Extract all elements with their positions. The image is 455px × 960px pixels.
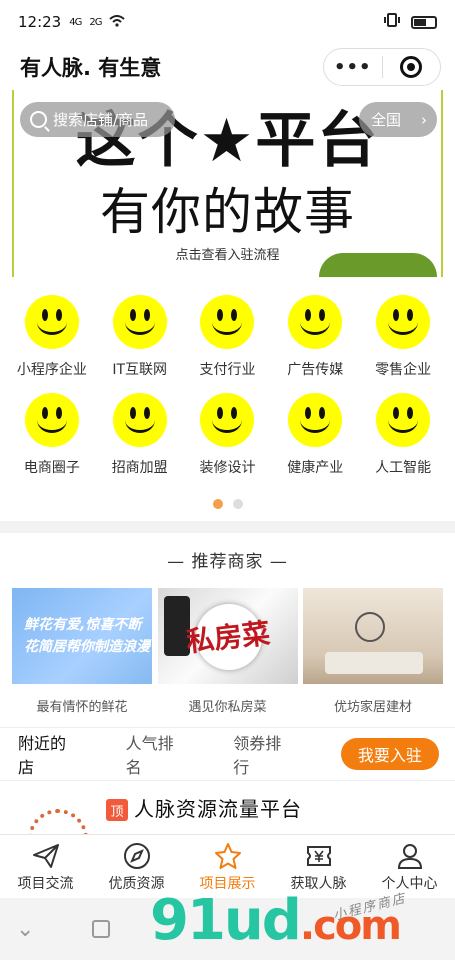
category-label: 支付行业 <box>199 362 256 378</box>
top-badge: 顶 <box>106 799 128 821</box>
signal-4g-icon: 4G <box>69 16 82 28</box>
page-indicator <box>0 499 455 509</box>
category-label: IT互联网 <box>112 362 168 378</box>
join-button[interactable]: 我要入驻 <box>340 738 439 770</box>
clock: 12:23 <box>18 13 62 31</box>
category-item[interactable]: 广告传媒 <box>271 295 359 379</box>
target-circle-icon <box>400 56 423 78</box>
smiley-icon <box>200 393 255 447</box>
recent-apps-button[interactable] <box>92 920 111 938</box>
smiley-icon <box>288 393 343 447</box>
smiley-icon <box>112 295 167 349</box>
search-icon <box>30 111 47 128</box>
yuan-ticket-icon <box>306 845 331 866</box>
smiley-icon <box>200 295 255 349</box>
tabbar-item-contacts[interactable]: 获取人脉 <box>274 841 364 893</box>
battery-icon <box>411 15 437 29</box>
category-label: 小程序企业 <box>16 362 87 378</box>
category-item[interactable]: 支付行业 <box>184 295 272 379</box>
chevron-right-icon: › <box>421 110 427 129</box>
category-item[interactable]: 电商圈子 <box>8 393 96 477</box>
image-lamp <box>355 612 385 642</box>
merchant-name: 最有情怀的鲜花 <box>36 700 128 715</box>
more-dots-icon: ••• <box>333 56 372 78</box>
status-bar: 12:23 4G 2G <box>0 0 455 44</box>
merchant-image-furniture <box>303 588 443 684</box>
category-item[interactable]: 人工智能 <box>359 393 447 477</box>
leaf-decoration <box>319 253 437 277</box>
smiley-icon <box>376 295 431 349</box>
wifi-icon <box>109 13 126 31</box>
smiley-icon <box>376 393 431 447</box>
shop-list-item[interactable]: 顶 人脉资源流量平台 <box>0 791 455 869</box>
status-right <box>383 13 437 31</box>
page-dot-active <box>212 499 223 509</box>
category-item[interactable]: 小程序企业 <box>8 295 96 379</box>
search-input[interactable]: 搜索店铺/商品 <box>20 102 175 137</box>
merchant-card[interactable]: 优坊家居建材 <box>303 588 443 715</box>
shop-tabs: 附近的店 人气排名 领券排行 我要入驻 <box>0 727 455 781</box>
tabbar-item-showcase[interactable]: 项目展示 <box>183 841 273 893</box>
merchant-name: 遇见你私房菜 <box>188 700 267 715</box>
close-miniprogram-button[interactable] <box>383 49 441 85</box>
category-label: 人工智能 <box>375 460 432 476</box>
region-selector[interactable]: 全国 › <box>359 102 437 137</box>
vibrate-icon <box>383 13 401 31</box>
merchant-list: 鲜花有爱,惊喜不断 花简居帮你制造浪漫 最有情怀的鲜花 私房菜 遇见你私房菜 优… <box>0 588 455 715</box>
category-label: 电商圈子 <box>23 460 80 476</box>
tabbar-label: 项目交流 <box>17 875 74 892</box>
smiley-icon <box>24 393 79 447</box>
section-divider <box>0 521 455 533</box>
chevron-down-icon[interactable]: ⌄ <box>16 917 34 942</box>
smiley-icon <box>112 393 167 447</box>
smiley-icon <box>288 295 343 349</box>
tab-popular[interactable]: 人气排名 <box>126 730 188 778</box>
merchant-image-kitchen: 私房菜 <box>157 588 298 684</box>
merchant-image-text: 鲜花有爱,惊喜不断 花简居帮你制造浪漫 <box>24 617 150 655</box>
miniprogram-capsule: ••• <box>323 48 441 86</box>
tabbar-item-exchange[interactable]: 项目交流 <box>1 841 91 893</box>
category-item[interactable]: 健康产业 <box>271 393 359 477</box>
tab-coupon[interactable]: 领券排行 <box>233 730 295 778</box>
category-label: 招商加盟 <box>111 460 168 476</box>
category-label: 零售企业 <box>375 362 432 378</box>
tab-nearby[interactable]: 附近的店 <box>18 730 80 778</box>
category-item[interactable]: IT互联网 <box>96 295 184 379</box>
banner-subheadline: 有你的故事 <box>100 183 355 241</box>
search-placeholder: 搜索店铺/商品 <box>53 111 149 129</box>
star-icon <box>214 842 241 869</box>
merchant-name: 优坊家居建材 <box>333 700 412 715</box>
more-button[interactable]: ••• <box>324 49 382 85</box>
shop-name: 人脉资源流量平台 <box>134 797 302 821</box>
category-item[interactable]: 装修设计 <box>184 393 272 477</box>
category-label: 广告传媒 <box>287 362 344 378</box>
smiley-icon <box>24 295 79 349</box>
category-item[interactable]: 招商加盟 <box>96 393 184 477</box>
status-left: 12:23 4G 2G <box>18 13 126 31</box>
nav-bar: 有人脉. 有生意 ••• <box>0 44 455 90</box>
category-label: 装修设计 <box>199 460 256 476</box>
tabbar-item-resources[interactable]: 优质资源 <box>92 841 182 893</box>
signal-2g-icon: 2G <box>89 16 102 28</box>
promo-banner[interactable]: 这个★平台 有你的故事 点击查看入驻流程 搜索店铺/商品 全国 › <box>12 90 443 277</box>
merchant-card[interactable]: 私房菜 遇见你私房菜 <box>157 588 298 715</box>
merchant-card[interactable]: 鲜花有爱,惊喜不断 花简居帮你制造浪漫 最有情怀的鲜花 <box>12 588 152 715</box>
recommend-title: — 推荐商家 — <box>167 552 288 572</box>
category-label: 健康产业 <box>287 460 344 476</box>
page-dot <box>232 499 243 509</box>
tabbar-item-profile[interactable]: 个人中心 <box>365 841 455 893</box>
image-sofa <box>325 652 423 674</box>
merchant-image-flowers: 鲜花有爱,惊喜不断 花简居帮你制造浪漫 <box>12 588 152 684</box>
compass-icon <box>123 842 150 869</box>
watermark-main: 91ud <box>150 888 302 953</box>
category-grid: 小程序企业 IT互联网 支付行业 广告传媒 零售企业电商圈子 招商加盟 装修设计 健康产业 人工… <box>0 277 455 477</box>
category-item[interactable]: 零售企业 <box>359 295 447 379</box>
region-label: 全国 <box>371 111 402 129</box>
person-icon <box>397 843 422 869</box>
paper-plane-icon <box>32 843 59 868</box>
page-title: 有人脉. 有生意 <box>20 56 162 80</box>
